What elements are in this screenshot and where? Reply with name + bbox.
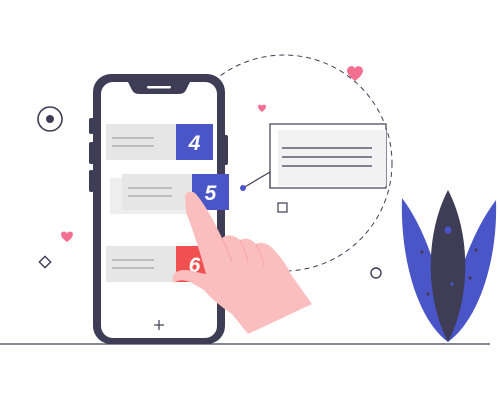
illustration: 4 5 6	[0, 54, 497, 345]
connector-line	[242, 170, 271, 189]
heart-icon	[258, 104, 266, 112]
decorative-plant	[401, 190, 497, 342]
circle-icon	[370, 267, 382, 279]
message-bubble	[269, 123, 387, 189]
card-number: 5	[205, 182, 217, 205]
square-icon	[277, 202, 288, 213]
heart-icon	[61, 231, 73, 242]
target-icon	[37, 106, 63, 132]
card-number: 4	[188, 132, 201, 155]
list-card[interactable]: 4	[106, 124, 213, 160]
heart-icon	[347, 66, 363, 81]
diamond-icon	[38, 255, 52, 269]
connector-dot	[240, 185, 246, 191]
list-card-selected[interactable]: 5	[110, 174, 229, 214]
illustration-scene: 4 5 6	[0, 0, 500, 400]
